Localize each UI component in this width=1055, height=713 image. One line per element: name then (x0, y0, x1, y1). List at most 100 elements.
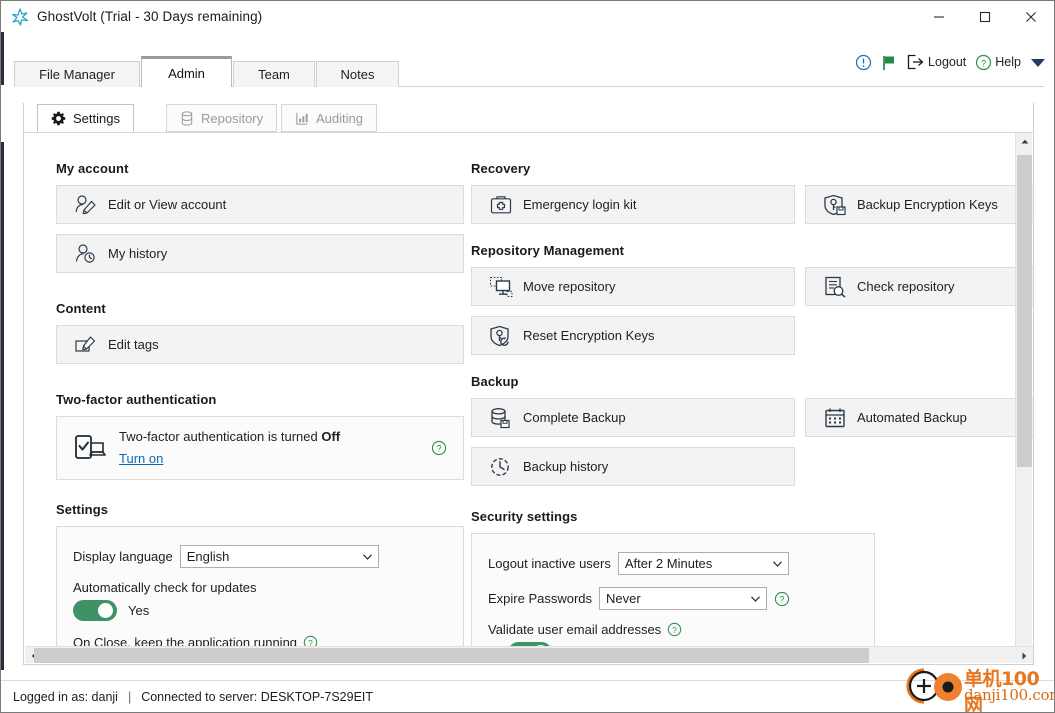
card-label: Complete Backup (523, 410, 626, 425)
chevron-down-icon (362, 553, 372, 560)
auto-update-value: Yes (128, 603, 150, 618)
emergency-login-kit-button[interactable]: Emergency login kit (471, 185, 795, 224)
edit-tags-button[interactable]: Edit tags (56, 325, 464, 364)
move-repository-button[interactable]: Move repository (471, 267, 795, 306)
backup-encryption-keys-button[interactable]: Backup Encryption Keys (805, 185, 1033, 224)
shield-key-save-icon (822, 192, 848, 218)
chevron-down-icon (772, 560, 782, 567)
subtab-settings[interactable]: Settings (37, 104, 134, 132)
status-bar: Logged in as: danji | Connected to serve… (1, 680, 1054, 712)
logout-inactive-select[interactable]: After 2 Minutes (617, 552, 789, 575)
application-window: GhostVolt (Trial - 30 Days remaining) Lo… (0, 0, 1055, 713)
section-title-two-factor: Two-factor authentication (56, 392, 217, 407)
section-title-security-settings: Security settings (471, 509, 578, 524)
my-history-button[interactable]: My history (56, 234, 464, 273)
svg-text:?: ? (437, 443, 442, 453)
settings-scroll-viewport: My account Edit or View account My histo… (25, 133, 1033, 663)
display-language-select[interactable]: English (179, 545, 379, 568)
validate-email-label-text: Validate user email addresses (488, 622, 662, 637)
chart-icon (295, 111, 309, 126)
tab-team[interactable]: Team (233, 61, 315, 87)
edit-or-view-account-button[interactable]: Edit or View account (56, 185, 464, 224)
tab-notes[interactable]: Notes (316, 61, 399, 87)
backup-history-row: Backup history (471, 447, 1033, 496)
display-language-value: English (186, 549, 230, 564)
vertical-scroll-thumb[interactable] (1017, 155, 1032, 467)
section-title-repository-management: Repository Management (471, 243, 625, 258)
two-factor-turn-on-link[interactable]: Turn on (119, 451, 163, 467)
validate-email-label: Validate user email addresses ? (488, 622, 858, 637)
calendar-icon (822, 405, 848, 431)
help-circle-icon[interactable]: ? (774, 591, 790, 607)
status-connected: Connected to server: DESKTOP-7S29EIT (141, 689, 374, 704)
tab-file-manager[interactable]: File Manager (14, 61, 140, 87)
database-icon (180, 110, 194, 126)
backup-row: Complete Backup Automated Backup (471, 398, 1033, 447)
tab-label: File Manager (39, 67, 115, 82)
settings-canvas: My account Edit or View account My histo… (25, 133, 1033, 663)
card-label: Backup history (523, 459, 609, 474)
ghostvolt-logo-icon (11, 7, 29, 26)
security-settings-panel: Logout inactive users After 2 Minutes Ex… (471, 533, 875, 663)
two-factor-panel: Two-factor authentication is turned Off … (56, 416, 464, 480)
section-title-my-account: My account (56, 161, 129, 176)
reset-encryption-keys-button[interactable]: Reset Encryption Keys (471, 316, 795, 355)
chevron-down-icon (751, 595, 760, 602)
help-circle-icon[interactable]: ? (431, 440, 447, 456)
backup-history-button[interactable]: Backup history (471, 447, 795, 486)
reset-keys-row: Reset Encryption Keys (471, 316, 1033, 365)
logout-inactive-value: After 2 Minutes (624, 556, 713, 571)
check-repository-button[interactable]: Check repository (805, 267, 1033, 306)
two-factor-device-icon (73, 431, 107, 465)
svg-text:?: ? (672, 625, 677, 635)
tab-label: Team (258, 67, 290, 82)
left-settings-column: My account Edit or View account My histo… (56, 133, 464, 663)
gear-icon (51, 111, 66, 126)
subtab-auditing[interactable]: Auditing (281, 104, 377, 132)
first-aid-kit-icon (488, 192, 514, 218)
scroll-right-button[interactable] (1016, 647, 1033, 664)
card-label: Automated Backup (857, 410, 967, 425)
two-factor-status: Two-factor authentication is turned Off … (119, 429, 340, 468)
maximize-button[interactable] (962, 1, 1008, 32)
horizontal-scroll-thumb[interactable] (34, 648, 869, 663)
main-tabstrip: File Manager Admin Team Notes (14, 56, 1044, 87)
complete-backup-button[interactable]: Complete Backup (471, 398, 795, 437)
subtab-repository[interactable]: Repository (166, 104, 278, 132)
subtab-label: Auditing (316, 110, 363, 126)
user-history-icon (73, 241, 99, 267)
section-title-settings: Settings (56, 502, 109, 517)
minimize-button[interactable] (916, 1, 962, 32)
expire-passwords-select[interactable]: Never (599, 587, 768, 610)
database-save-icon (488, 405, 514, 431)
logout-inactive-row: Logout inactive users After 2 Minutes (488, 552, 858, 575)
help-circle-icon[interactable]: ? (667, 622, 682, 637)
edit-tags-icon (73, 332, 99, 358)
window-controls (916, 1, 1054, 32)
right-settings-column: Recovery Emergency login kit Backup Encr… (471, 133, 1033, 663)
horizontal-scrollbar[interactable] (25, 646, 1033, 663)
window-title: GhostVolt (Trial - 30 Days remaining) (37, 9, 263, 24)
card-label: Emergency login kit (523, 197, 637, 212)
vertical-scrollbar[interactable] (1015, 133, 1032, 663)
auto-update-toggle[interactable] (73, 600, 117, 621)
tab-admin[interactable]: Admin (141, 56, 232, 87)
edit-account-icon (73, 192, 99, 218)
svg-text:?: ? (780, 594, 785, 604)
expire-passwords-value: Never (606, 591, 641, 606)
tab-label: Admin (168, 65, 205, 81)
scroll-up-button[interactable] (1016, 133, 1033, 150)
section-title-backup: Backup (471, 374, 519, 389)
move-repository-icon (488, 274, 514, 300)
recovery-row: Emergency login kit Backup Encryption Ke… (471, 185, 1033, 234)
repository-management-row: Move repository Check repository (471, 267, 1033, 316)
subtab-label: Repository (201, 110, 264, 126)
two-factor-status-value: Off (321, 428, 341, 444)
check-repository-icon (822, 274, 848, 300)
card-label: Backup Encryption Keys (857, 197, 998, 212)
close-button[interactable] (1008, 1, 1054, 32)
card-label: Edit or View account (108, 197, 227, 212)
admin-content-frame: Settings Repository Auditing My account … (23, 103, 1034, 665)
status-logged-in: Logged in as: danji (13, 689, 118, 704)
automated-backup-button[interactable]: Automated Backup (805, 398, 1033, 437)
